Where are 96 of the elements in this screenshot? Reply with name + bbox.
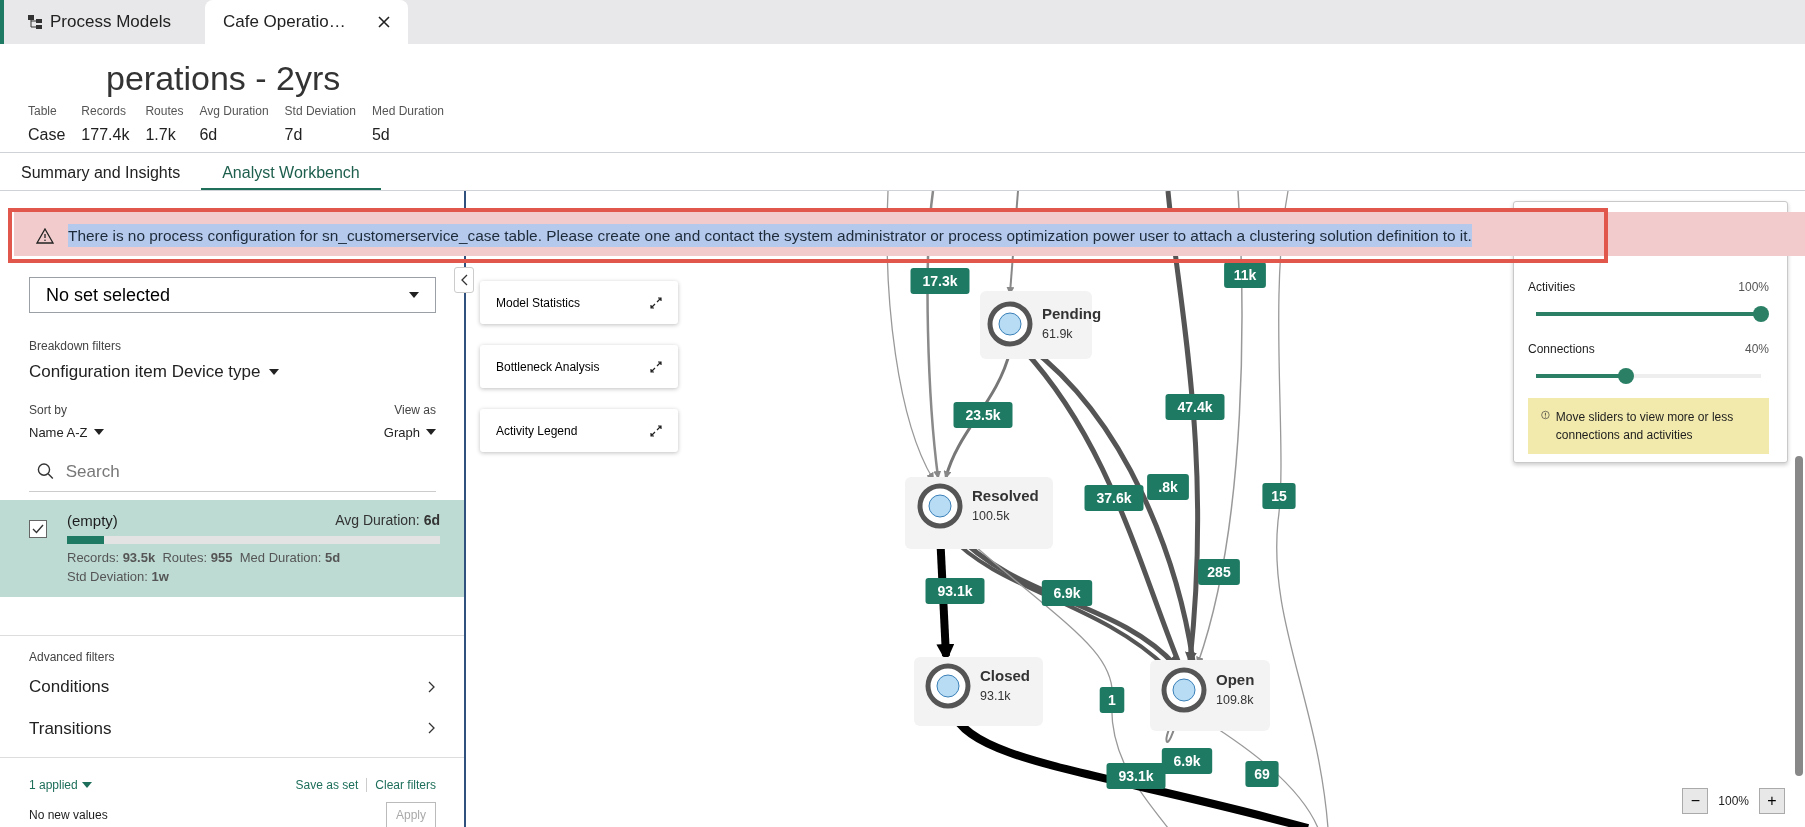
node-count: 100.5k [972, 509, 1010, 523]
caret-icon [268, 368, 279, 375]
edge-label: 6.9k [1161, 748, 1213, 774]
section-label: Breakdown filters [29, 338, 123, 355]
node-name: Open [1216, 671, 1255, 688]
stat-value: 7d [284, 125, 304, 145]
caret-icon [426, 429, 436, 436]
section-label: Advanced filters [29, 649, 116, 666]
node-count: 61.9k [1042, 327, 1073, 341]
edge-label: 285 [1198, 559, 1240, 585]
edge-label: 47.4k [1165, 394, 1225, 420]
expand-icon [650, 296, 662, 309]
breakdown-dropdown[interactable]: Configuration item Device type [29, 359, 279, 385]
slider-label: Activities [1528, 279, 1576, 296]
node-circle-icon [1161, 667, 1207, 713]
stat-label: Std Deviation [284, 103, 356, 120]
sort-dropdown[interactable]: Name A-Z [29, 422, 104, 442]
search-icon [37, 462, 54, 481]
edge-label: 37.6k [1084, 485, 1144, 511]
panel-card[interactable]: Model Statistics [480, 281, 678, 324]
page-title: perations - 2yrs [106, 58, 342, 98]
panel-card[interactable]: Activity Legend [480, 409, 678, 452]
save-as-set-link[interactable]: Save as set [295, 776, 359, 794]
collapse-button[interactable] [454, 267, 474, 293]
caret-icon [81, 782, 92, 788]
stat-value: 5d [371, 125, 391, 145]
view-label: View as [393, 401, 436, 419]
checkbox[interactable] [29, 520, 47, 538]
node-name: Resolved [972, 487, 1039, 504]
node-name: Pending [1042, 305, 1102, 322]
panel-card[interactable]: Bottleneck Analysis [480, 345, 678, 388]
stat-value: 177.4k [81, 125, 130, 145]
tab[interactable]: Cafe Operatio… [204, 0, 408, 44]
advanced-filter-item[interactable]: Transitions [29, 707, 436, 749]
slider-reading: 40% [1744, 341, 1769, 358]
tab[interactable]: Analyst Workbench [201, 153, 381, 190]
node-count: 93.1k [980, 689, 1011, 703]
edge-label: .8k [1147, 474, 1189, 500]
filter-row[interactable]: (empty) Avg Duration: 6d Records: 93.5k Routes: 955 Med Duration: 5d Std Deviation: 1w [0, 500, 464, 597]
caret-icon [93, 429, 104, 436]
status-text: No new values [29, 807, 108, 824]
edge-label: 11k [1224, 262, 1266, 288]
close-icon [377, 16, 390, 28]
chevron-right-icon [428, 680, 436, 693]
zoom-level: 100% [1718, 793, 1749, 810]
edge-label: 17.3k [910, 268, 970, 294]
node-circle-icon [925, 663, 971, 709]
row-stats: Std Deviation: 1w [67, 568, 170, 586]
stat-label: Routes [145, 103, 184, 120]
edge-label: 6.9k [1041, 580, 1093, 606]
sort-label: Sort by [29, 401, 68, 419]
stat-label: Med Duration [371, 103, 444, 120]
stat-label: Table [28, 103, 58, 120]
chevron-left-icon [460, 274, 468, 286]
view-dropdown[interactable]: Graph [383, 422, 436, 442]
checkmark-icon [32, 524, 44, 534]
edge-label: 93.1k [1106, 763, 1166, 789]
warning-icon [36, 227, 54, 244]
slider-thumb[interactable] [1753, 306, 1769, 322]
edge-label: 69 [1245, 761, 1279, 787]
edge-label: 1 [1099, 687, 1125, 713]
advanced-filter-item[interactable]: Conditions [29, 666, 436, 708]
avg-duration: Avg Duration: 6d [335, 511, 440, 530]
node-circle-icon [987, 301, 1033, 347]
hierarchy-icon [28, 15, 42, 29]
node-count: 109.8k [1216, 693, 1254, 707]
tab[interactable]: Process Models [10, 0, 189, 44]
stat-value: 6d [199, 125, 219, 145]
clear-filters-link[interactable]: Clear filters [375, 776, 436, 794]
edge-label: 15 [1262, 483, 1296, 509]
row-title: (empty) [67, 511, 118, 531]
tab[interactable]: Summary and Insights [0, 153, 202, 190]
info-icon [1541, 408, 1550, 422]
slider-label: Connections [1528, 341, 1595, 358]
row-stats: Records: 93.5k Routes: 955 Med Duration: 5d [67, 548, 342, 567]
saved-filter-dropdown[interactable]: No set selected [29, 277, 436, 313]
stat-label: Records [81, 103, 128, 120]
zoom-in-button[interactable]: + [1759, 788, 1785, 814]
node-circle-icon [917, 483, 963, 529]
zoom-out-button[interactable]: − [1682, 788, 1709, 814]
scrollbar[interactable] [1795, 456, 1803, 776]
edge-label: 23.5k [953, 402, 1013, 428]
chevron-right-icon [428, 722, 436, 735]
stat-value: 1.7k [145, 125, 177, 145]
slider-thumb[interactable] [1618, 368, 1634, 384]
caret-icon [409, 292, 419, 298]
slider-reading: 100% [1738, 279, 1769, 296]
applied-dropdown[interactable]: 1 applied [29, 776, 92, 794]
stat-label: Avg Duration [199, 103, 269, 120]
node-name: Closed [980, 667, 1030, 684]
hint-text: Move sliders to view more or less connections and activities [1555, 409, 1735, 444]
edge-label: 93.1k [925, 578, 985, 604]
expand-icon [650, 424, 662, 437]
expand-icon [650, 360, 662, 373]
stat-value: Case [28, 125, 66, 145]
banner-message: There is no process configuration for sn_customerservice_case table. Please create one and contact the system administrator or process optimization power user to attach a clustering solution definition to it. [68, 223, 1472, 248]
